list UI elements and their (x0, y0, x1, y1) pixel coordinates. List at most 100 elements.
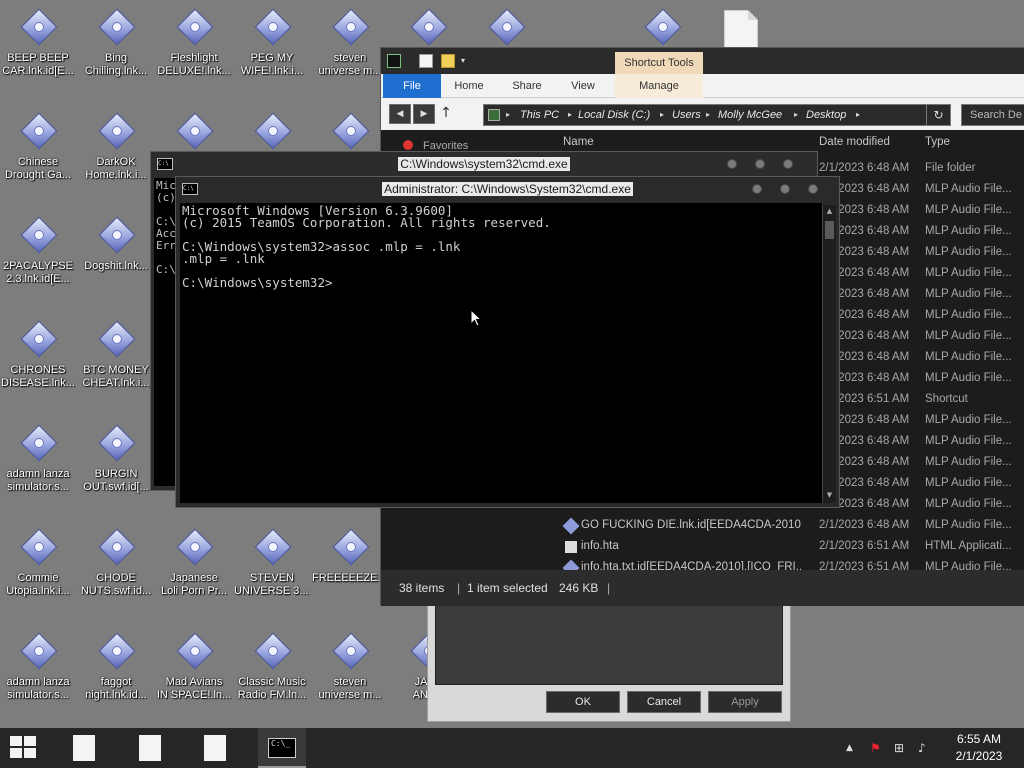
close-button[interactable] (783, 159, 793, 169)
desktop-shortcut[interactable]: steven universe m... (312, 624, 388, 702)
scroll-down-icon[interactable]: ▼ (824, 491, 835, 501)
desktop-shortcut[interactable]: adamn lanza simulator.s... (0, 624, 76, 702)
desktop-shortcut[interactable]: DarkOK Home.lnk.i... (78, 104, 154, 182)
desktop-shortcut-label: PEG MY (250, 52, 294, 64)
mlp-file-icon (96, 8, 136, 48)
desktop-shortcut[interactable] (312, 104, 388, 156)
status-selected: 1 item selected (467, 581, 548, 595)
desktop-shortcut-label: 2PACALYPSE (3, 260, 73, 272)
cmd-console-output[interactable]: Microsoft Windows [Version 6.3.9600] (c)… (180, 203, 822, 503)
desktop-shortcut-label: CHEAT.lnk.i... (82, 377, 150, 389)
desktop-shortcut-label: Drought Ga... (4, 169, 72, 181)
ok-button[interactable]: OK (546, 691, 620, 713)
cmd-title-bar[interactable]: C:\Windows\system32\cmd.exe (151, 152, 817, 176)
close-button[interactable] (808, 184, 818, 194)
column-header-date[interactable]: Date modified (819, 136, 890, 148)
desktop-shortcut[interactable]: Dogshit.lnk... (78, 208, 154, 273)
network-icon[interactable]: ⊞ (894, 741, 908, 755)
start-button[interactable] (10, 736, 38, 760)
desktop-shortcut-label: Radio FM.ln... (237, 689, 307, 701)
volume-icon[interactable]: ♪ (918, 741, 932, 755)
desktop-shortcut[interactable]: CHRONES DISEASE.lnk... (0, 312, 76, 390)
desktop-shortcut[interactable]: 2PACALYPSE 2.3.lnk.id[E... (0, 208, 76, 286)
maximize-button[interactable] (780, 184, 790, 194)
file-icon[interactable] (724, 10, 758, 50)
desktop-shortcut[interactable]: Chinese Drought Ga... (0, 104, 76, 182)
column-header-name[interactable]: Name (563, 136, 594, 148)
back-button[interactable]: ◀ (389, 104, 411, 124)
desktop-shortcut[interactable]: FREEEEEZE.s... (312, 520, 388, 585)
file-name: GO FUCKING DIE.lnk.id[EEDA4CDA-2010]... (581, 519, 801, 531)
shortcut-tools-label: Shortcut Tools (615, 52, 703, 74)
search-input[interactable]: Search De (961, 104, 1024, 126)
desktop-shortcut[interactable]: Commie Utopia.lnk.i... (0, 520, 76, 598)
chevron-down-icon[interactable]: ▾ (461, 54, 475, 68)
desktop-shortcut[interactable]: steven universe m... (312, 0, 388, 78)
minimize-button[interactable] (727, 159, 737, 169)
minimize-button[interactable] (752, 184, 762, 194)
tab-manage[interactable]: Manage (615, 74, 703, 98)
desktop-shortcut[interactable]: PEG MY WIFE!.lnk.i... (234, 0, 310, 78)
mlp-file-icon (408, 8, 448, 48)
desktop-shortcut-label: Loli Porn Pr... (160, 585, 228, 597)
scrollbar-thumb[interactable] (825, 221, 834, 239)
desktop-shortcut-label: Dogshit.lnk... (84, 260, 148, 272)
desktop-shortcut-label: universe m... (318, 65, 382, 77)
desktop-shortcut[interactable] (390, 0, 466, 52)
up-arrow-icon[interactable]: ↑ (439, 104, 453, 124)
clock[interactable]: 6:55 AM 2/1/2023 (944, 731, 1014, 765)
desktop-shortcut[interactable] (624, 0, 700, 52)
cancel-button[interactable]: Cancel (627, 691, 701, 713)
desktop-shortcut[interactable]: faggot night.lnk.id... (78, 624, 154, 702)
desktop-shortcut[interactable]: CHODE NUTS.swf.id... (78, 520, 154, 598)
desktop-shortcut[interactable]: Classic Music Radio FM.ln... (234, 624, 310, 702)
desktop-shortcut[interactable]: Bing Chilling.lnk... (78, 0, 154, 78)
file-type: MLP Audio File... (925, 267, 1012, 279)
desktop-shortcut-label: Commie (17, 572, 59, 584)
cmd-window-admin[interactable]: C:\ Administrator: C:\Windows\System32\c… (175, 176, 840, 508)
desktop-shortcut[interactable]: BURGIN OUT.swf.id[... (78, 416, 154, 494)
breadcrumb-separator: ▸ (856, 110, 861, 119)
desktop-shortcut[interactable] (234, 104, 310, 156)
desktop-shortcut[interactable]: adamn lanza simulator.s... (0, 416, 76, 494)
tab-view[interactable]: View (561, 74, 605, 98)
tab-share[interactable]: Share (505, 74, 549, 98)
tab-home[interactable]: Home (447, 74, 491, 98)
file-row[interactable]: info.hta 2/1/2023 6:51 AM HTML Applicati..… (381, 536, 1024, 557)
breadcrumb-desktop[interactable]: Desktop (806, 105, 846, 125)
desktop-shortcut[interactable]: Mad Avians IN SPACE!.ln... (156, 624, 232, 702)
desktop-shortcut[interactable]: BEEP BEEP CAR.lnk.id[E... (0, 0, 76, 78)
breadcrumb-users[interactable]: Users (672, 105, 701, 125)
refresh-icon[interactable]: ↻ (926, 105, 950, 125)
desktop-shortcut-label: BURGIN (94, 468, 138, 480)
new-folder-icon[interactable] (441, 54, 455, 68)
chevron-up-icon[interactable]: ▲ (846, 741, 860, 755)
desktop-shortcut[interactable]: STEVEN UNIVERSE 3.... (234, 520, 310, 598)
address-bar[interactable]: ▸ This PC ▸ Local Disk (C:) ▸ Users ▸ Mo… (483, 104, 951, 126)
scroll-up-icon[interactable]: ▲ (824, 207, 835, 217)
taskbar-cmd-button[interactable]: C:\_ (258, 728, 306, 768)
maximize-button[interactable] (755, 159, 765, 169)
taskbar-file-icon[interactable] (139, 735, 161, 761)
apply-button[interactable]: Apply (708, 691, 782, 713)
status-size: 246 KB (559, 581, 599, 595)
breadcrumb-local-disk[interactable]: Local Disk (C:) (578, 105, 650, 125)
taskbar-file-icon[interactable] (73, 735, 95, 761)
breadcrumb-this-pc[interactable]: This PC (520, 105, 559, 125)
file-row[interactable]: GO FUCKING DIE.lnk.id[EEDA4CDA-2010]... 2… (381, 515, 1024, 536)
breadcrumb-separator: ▸ (660, 110, 665, 119)
action-center-icon[interactable]: ⚑ (870, 741, 884, 755)
forward-button[interactable]: ▶ (413, 104, 435, 124)
desktop-shortcut[interactable] (468, 0, 544, 52)
properties-icon[interactable] (419, 54, 433, 68)
desktop-shortcut[interactable] (156, 104, 232, 156)
scrollbar[interactable]: ▲ ▼ (822, 205, 836, 503)
desktop-shortcut[interactable]: BTC MONEY CHEAT.lnk.i... (78, 312, 154, 390)
cmd-title-bar[interactable]: Administrator: C:\Windows\System32\cmd.e… (176, 177, 839, 201)
desktop-shortcut[interactable]: Fleshlight DELUXE!.lnk... (156, 0, 232, 78)
taskbar-file-icon[interactable] (204, 735, 226, 761)
desktop-shortcut[interactable]: Japanese Loli Porn Pr... (156, 520, 232, 598)
tab-file[interactable]: File (383, 74, 441, 98)
breadcrumb-user[interactable]: Molly McGee (718, 105, 782, 125)
column-header-type[interactable]: Type (925, 136, 950, 148)
